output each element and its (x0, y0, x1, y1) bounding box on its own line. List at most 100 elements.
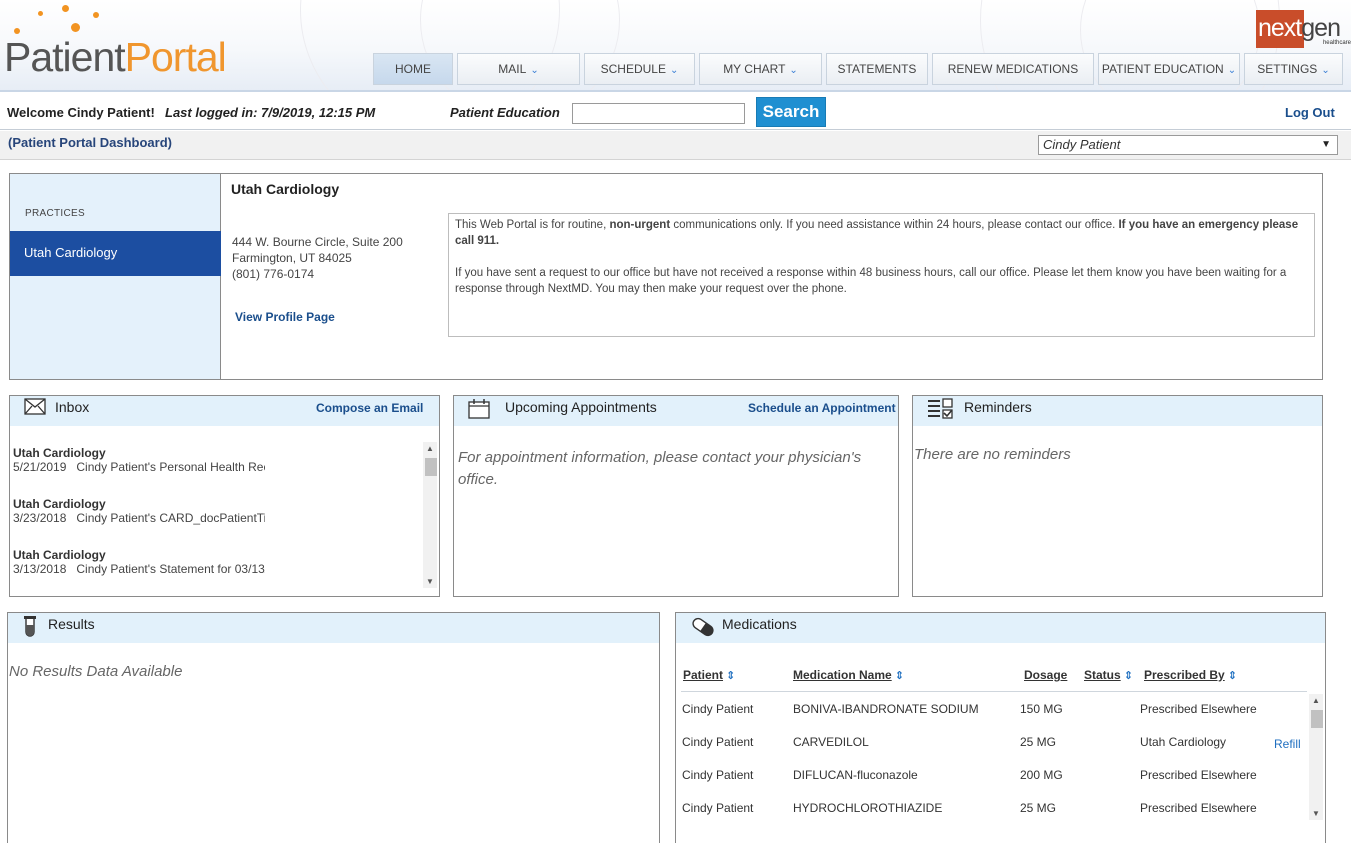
column-header-status[interactable]: Status ⇕ (1084, 668, 1133, 682)
checklist-icon (928, 398, 953, 419)
scroll-thumb[interactable] (425, 458, 437, 476)
cell-medication-name: CARVEDILOL (793, 735, 869, 749)
medications-widget: Medications Patient ⇕ Medication Name ⇕ Do… (675, 612, 1326, 843)
nav-tab-renew-medications[interactable]: RENEW MEDICATIONS (932, 53, 1094, 85)
column-header-label: Status (1084, 668, 1121, 682)
cell-dosage: 25 MG (1020, 735, 1057, 749)
scroll-thumb[interactable] (1311, 710, 1323, 728)
cell-prescribed-by: Prescribed Elsewhere (1140, 702, 1257, 716)
message-sender: Utah Cardiology (13, 446, 106, 460)
schedule-appointment-link[interactable]: Schedule an Appointment (748, 401, 896, 415)
cell-medication-name: DIFLUCAN-fluconazole (793, 768, 918, 782)
practice-address: 444 W. Bourne Circle, Suite 200 Farmingt… (232, 234, 403, 282)
nav-tab-label: HOME (395, 62, 431, 76)
column-header-label: Patient (683, 668, 724, 682)
logo-text-patient: Patient (4, 34, 126, 80)
sort-icon[interactable]: ⇕ (726, 669, 735, 682)
message-date: 3/23/2018 (13, 511, 67, 525)
message-line: 5/21/2019 Cindy Patient's Personal Health… (13, 460, 265, 474)
column-header-patient[interactable]: Patient ⇕ (683, 668, 735, 682)
chevron-down-icon: ⌄ (669, 65, 679, 76)
portal-notice: This Web Portal is for routine, non-urge… (448, 213, 1315, 337)
notice-text: communications only. If you need assista… (670, 219, 1119, 231)
nav-tab-patient-education[interactable]: PATIENT EDUCATION ⌄ (1098, 53, 1240, 85)
nextgen-logo-sub: healthcare (1322, 40, 1351, 46)
sort-icon[interactable]: ⇕ (1228, 669, 1237, 682)
cell-prescribed-by: Prescribed Elsewhere (1140, 801, 1257, 815)
scroll-down-icon[interactable]: ▼ (1309, 809, 1323, 818)
calendar-icon (468, 399, 490, 419)
message-date: 5/21/2019 (13, 460, 67, 474)
message-subject: Cindy Patient's Statement for 03/13/ (76, 562, 265, 576)
sort-icon[interactable]: ⇕ (895, 669, 904, 682)
medications-header: Medications (676, 613, 1325, 643)
sort-icon[interactable]: ⇕ (1124, 669, 1133, 682)
nav-tab-mail[interactable]: MAIL ⌄ (457, 53, 580, 85)
reminders-title: Reminders (964, 399, 1032, 415)
notice-text: This Web Portal is for routine, (455, 219, 610, 231)
nextgen-logo-text: nextgen (1258, 14, 1341, 43)
nav-tab-label: SCHEDULE (600, 62, 666, 76)
nav-tab-schedule[interactable]: SCHEDULE ⌄ (584, 53, 695, 85)
table-row: Cindy Patient HYDROCHLOROTHIAZIDE 25 MG … (676, 792, 1306, 825)
logo-dot (38, 11, 43, 16)
message-line: 3/13/2018 Cindy Patient's Statement for 0… (13, 562, 265, 576)
message-sender: Utah Cardiology (13, 548, 106, 562)
nav-tab-my-chart[interactable]: MY CHART ⌄ (699, 53, 822, 85)
column-header-label: Prescribed By (1144, 668, 1225, 682)
header: PatientPortal nextgen healthcare HOME MA… (0, 0, 1351, 92)
patient-select-value: Cindy Patient (1043, 137, 1121, 152)
patient-portal-logo[interactable]: PatientPortal (4, 32, 227, 82)
dashboard-bar: (Patient Portal Dashboard) Cindy Patient… (0, 131, 1351, 160)
column-header-label: Dosage (1024, 668, 1068, 682)
notice-text-bold: non-urgent (609, 219, 671, 231)
envelope-icon (24, 398, 46, 415)
practice-item-utah-cardiology[interactable]: Utah Cardiology (10, 231, 221, 276)
logo-dot (71, 23, 80, 32)
test-tube-icon (24, 616, 36, 637)
results-header: Results (8, 613, 659, 643)
scroll-up-icon[interactable]: ▲ (1309, 696, 1323, 705)
medications-scrollbar[interactable]: ▲ ▼ (1309, 694, 1323, 820)
address-line-1: 444 W. Bourne Circle, Suite 200 (232, 235, 403, 249)
refill-link[interactable]: Refill (1274, 737, 1301, 751)
practice-name: Utah Cardiology (231, 181, 340, 197)
nextgen-logo-gen: gen (1301, 14, 1341, 42)
message-subject: Cindy Patient's Personal Health Reco (76, 460, 265, 474)
inbox-message[interactable]: Utah Cardiology 3/23/2018 Cindy Patient's… (13, 497, 265, 525)
welcome-greeting: Welcome Cindy Patient! (7, 105, 155, 120)
inbox-message[interactable]: Utah Cardiology 5/21/2019 Cindy Patient's… (13, 446, 265, 474)
patient-select[interactable]: Cindy Patient ▼ (1038, 135, 1338, 155)
logo-dot (62, 5, 69, 12)
inbox-scrollbar[interactable]: ▲ ▼ (423, 442, 437, 588)
logo-text-portal: Portal (124, 34, 227, 80)
scroll-down-icon[interactable]: ▼ (423, 577, 437, 586)
address-line-2: Farmington, UT 84025 (232, 251, 352, 265)
page-title: (Patient Portal Dashboard) (8, 135, 172, 150)
cell-patient: Cindy Patient (682, 702, 754, 716)
reminders-message: There are no reminders (914, 446, 1071, 463)
nav-tab-home[interactable]: HOME (373, 53, 453, 85)
inbox-header: Inbox Compose an Email (10, 396, 439, 426)
nav-tab-settings[interactable]: SETTINGS ⌄ (1244, 53, 1343, 85)
column-header-medication-name[interactable]: Medication Name ⇕ (793, 668, 904, 682)
patient-education-label: Patient Education (450, 105, 560, 120)
view-profile-link[interactable]: View Profile Page (235, 310, 335, 324)
search-button[interactable]: Search (756, 97, 826, 127)
chevron-down-icon: ⌄ (530, 65, 539, 76)
inbox-message[interactable]: Utah Cardiology 3/13/2018 Cindy Patient's… (13, 548, 265, 576)
nextgen-logo: nextgen healthcare (1256, 10, 1351, 48)
column-header-prescribed-by[interactable]: Prescribed By ⇕ (1144, 668, 1237, 682)
scroll-up-icon[interactable]: ▲ (423, 444, 437, 453)
nav-tab-statements[interactable]: STATEMENTS (826, 53, 928, 85)
welcome-bar: Welcome Cindy Patient! Last logged in: 7… (0, 94, 1351, 130)
patient-education-search-input[interactable] (572, 103, 745, 124)
inbox-widget: Inbox Compose an Email Utah Cardiology 5… (9, 395, 440, 597)
column-header-dosage[interactable]: Dosage (1024, 668, 1067, 682)
results-widget: Results No Results Data Available (7, 612, 660, 843)
table-row: Cindy Patient BONIVA-IBANDRONATE SODIUM … (676, 693, 1306, 726)
logout-link[interactable]: Log Out (1285, 105, 1335, 120)
table-row: Cindy Patient DIFLUCAN-fluconazole 200 M… (676, 759, 1306, 792)
notice-paragraph-2: If you have sent a request to our office… (455, 267, 1287, 295)
compose-email-link[interactable]: Compose an Email (316, 401, 423, 415)
